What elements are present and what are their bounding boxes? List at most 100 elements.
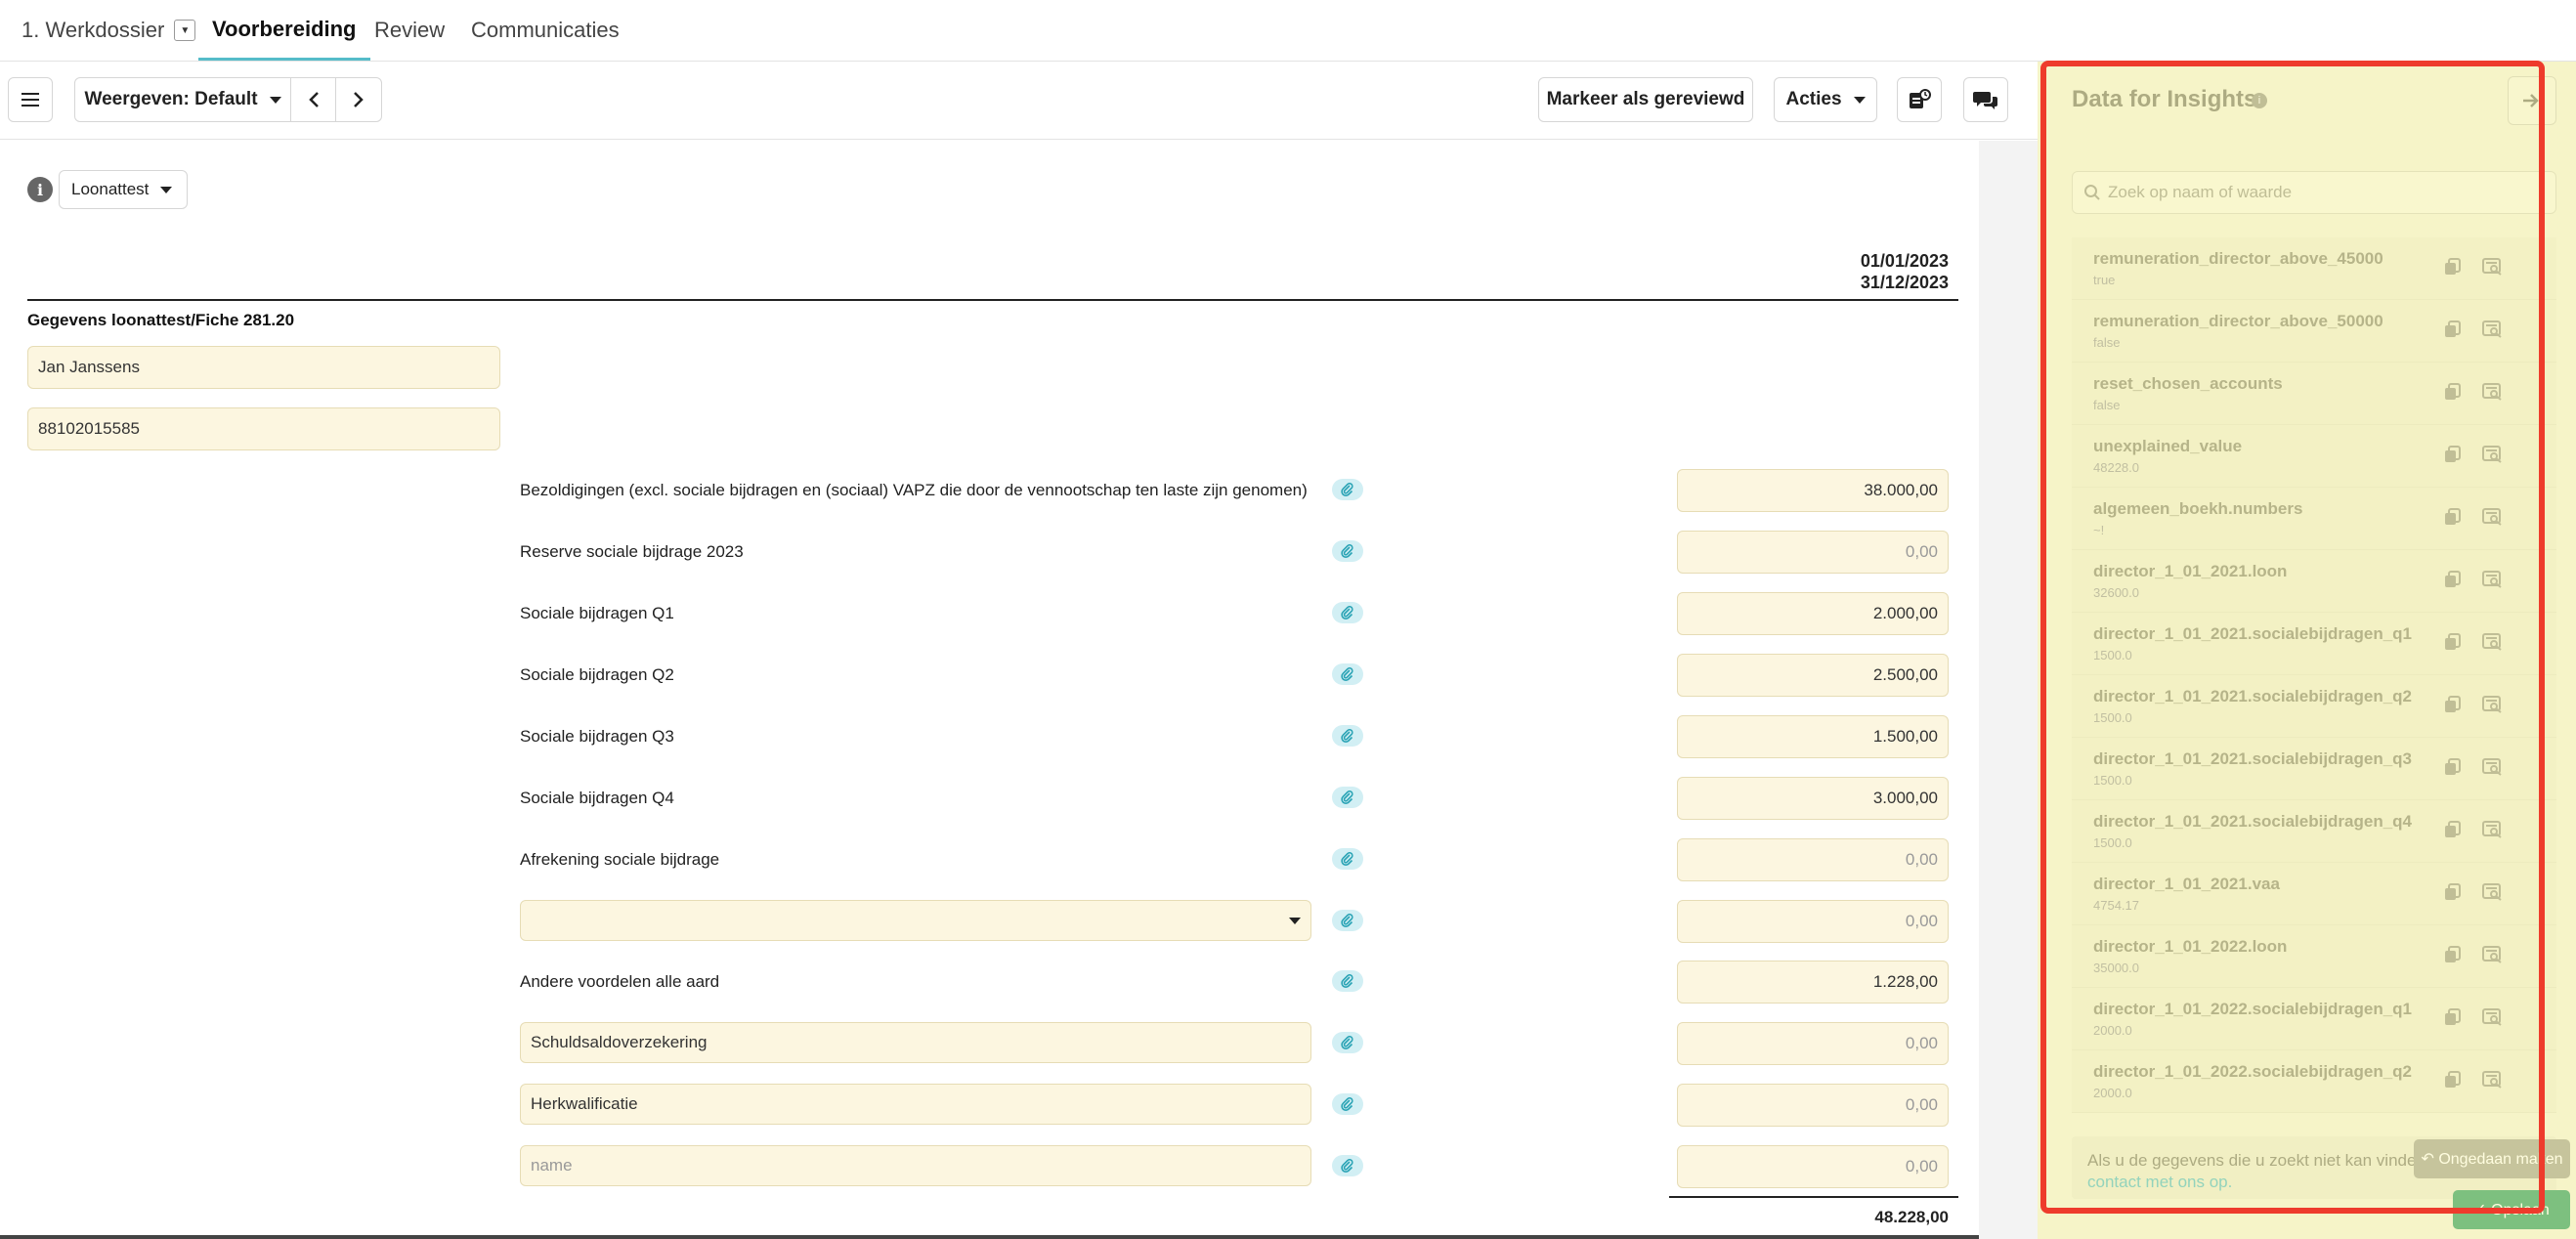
paperclip-icon [1341, 852, 1353, 866]
tab-review[interactable]: Review [374, 0, 445, 61]
attachment-button[interactable] [1332, 1155, 1363, 1176]
bottom-border [0, 1235, 1979, 1239]
inspect-icon[interactable] [2482, 382, 2504, 402]
attachment-button[interactable] [1332, 602, 1363, 623]
inspect-icon[interactable] [2482, 320, 2504, 339]
amount-field[interactable]: 0,00 [1677, 1022, 1949, 1065]
copy-icon[interactable] [2443, 1007, 2463, 1027]
attachment-button[interactable] [1332, 970, 1363, 992]
insight-value: 2000.0 [2093, 1086, 2132, 1100]
attachment-button[interactable] [1332, 787, 1363, 808]
amount-field[interactable]: 2.000,00 [1677, 592, 1949, 635]
inspect-icon[interactable] [2482, 1070, 2504, 1089]
inspect-icon[interactable] [2482, 570, 2504, 589]
form-type-select[interactable]: Loonattest [59, 170, 188, 209]
contact-link[interactable]: contact met ons op. [2087, 1173, 2232, 1191]
amount-field[interactable]: 1.500,00 [1677, 715, 1949, 758]
save-button[interactable]: ✓ Opslaan [2453, 1190, 2570, 1229]
row-label: Afrekening sociale bijdrage [520, 850, 720, 869]
copy-icon[interactable] [2443, 507, 2463, 527]
copy-icon[interactable] [2443, 382, 2463, 402]
copy-icon[interactable] [2443, 695, 2463, 714]
national-number-field[interactable]: 88102015585 [27, 407, 500, 450]
inspect-icon[interactable] [2482, 945, 2504, 964]
tab-voorbereiding[interactable]: Voorbereiding [198, 0, 370, 61]
insight-value: 1500.0 [2093, 835, 2132, 850]
copy-icon[interactable] [2443, 320, 2463, 339]
amount-field[interactable]: 3.000,00 [1677, 777, 1949, 820]
amount-value: 2.000,00 [1872, 604, 1938, 622]
paperclip-icon [1341, 667, 1353, 681]
copy-icon[interactable] [2443, 570, 2463, 589]
inspect-icon[interactable] [2482, 882, 2504, 902]
copy-icon[interactable] [2443, 882, 2463, 902]
insight-value: 4754.17 [2093, 898, 2139, 913]
name-field[interactable]: Jan Janssens [27, 346, 500, 389]
amount-field[interactable]: 2.500,00 [1677, 654, 1949, 697]
inspect-icon[interactable] [2482, 757, 2504, 777]
tab-voorbereiding-label: Voorbereiding [212, 16, 357, 41]
copy-icon[interactable] [2443, 632, 2463, 652]
insight-value: 1500.0 [2093, 773, 2132, 788]
description-value: Herkwalificatie [531, 1094, 638, 1113]
new-name-input[interactable]: name [520, 1145, 1311, 1186]
category-select[interactable] [520, 900, 1311, 941]
attachment-button[interactable] [1332, 848, 1363, 870]
description-input[interactable]: Herkwalificatie [520, 1084, 1311, 1125]
inspect-icon[interactable] [2482, 445, 2504, 464]
copy-icon[interactable] [2443, 257, 2463, 277]
attachment-button[interactable] [1332, 1032, 1363, 1053]
insight-value: false [2093, 335, 2121, 350]
info-icon[interactable]: i [27, 177, 53, 202]
next-button[interactable] [335, 77, 382, 122]
collapse-panel-button[interactable] [2508, 76, 2556, 125]
comments-button[interactable] [1963, 77, 2008, 122]
inspect-icon[interactable] [2482, 695, 2504, 714]
amount-field[interactable]: 0,00 [1677, 1084, 1949, 1127]
insight-value: ~! [2093, 523, 2105, 537]
amount-field[interactable]: 0,00 [1677, 531, 1949, 574]
history-button[interactable] [1897, 77, 1942, 122]
copy-icon[interactable] [2443, 445, 2463, 464]
row-label: Reserve sociale bijdrage 2023 [520, 542, 744, 561]
insight-name: director_1_01_2022.loon [2093, 937, 2288, 956]
panel-search-input[interactable]: Zoek op naam of waarde [2072, 171, 2556, 214]
attachment-button[interactable] [1332, 479, 1363, 500]
attachment-button[interactable] [1332, 725, 1363, 747]
copy-icon[interactable] [2443, 1070, 2463, 1089]
copy-icon[interactable] [2443, 945, 2463, 964]
info-icon[interactable]: i [2252, 93, 2267, 108]
insight-name: director_1_01_2021.vaa [2093, 875, 2280, 893]
inspect-icon[interactable] [2482, 257, 2504, 277]
row-label: Sociale bijdragen Q2 [520, 665, 674, 684]
tab-werkdossier[interactable]: 1. Werkdossier ▼ [21, 0, 196, 61]
search-icon [2084, 185, 2100, 200]
view-select[interactable]: Weergeven: Default [74, 77, 291, 122]
copy-icon[interactable] [2443, 757, 2463, 777]
copy-icon[interactable] [2443, 820, 2463, 839]
actions-button[interactable]: Acties [1774, 77, 1877, 122]
chevron-down-icon[interactable]: ▼ [174, 20, 196, 41]
description-input[interactable]: Schuldsaldoverzekering [520, 1022, 1311, 1063]
previous-button[interactable] [290, 77, 336, 122]
insight-item: remuneration_director_above_50000 false [2072, 300, 2556, 363]
attachment-button[interactable] [1332, 663, 1363, 685]
amount-field[interactable]: 1.228,00 [1677, 961, 1949, 1004]
attachment-button[interactable] [1332, 540, 1363, 562]
inspect-icon[interactable] [2482, 632, 2504, 652]
tab-communicaties[interactable]: Communicaties [471, 0, 620, 61]
mark-reviewed-button[interactable]: Markeer als gereviewd [1538, 77, 1753, 122]
attachment-button[interactable] [1332, 910, 1363, 931]
tab-werkdossier-label: 1. Werkdossier [21, 18, 165, 42]
amount-field[interactable]: 0,00 [1677, 900, 1949, 943]
undo-button[interactable]: ↶ Ongedaan maken [2414, 1139, 2570, 1178]
amount-field[interactable]: 0,00 [1677, 1145, 1949, 1188]
amount-field[interactable]: 38.000,00 [1677, 469, 1949, 512]
attachment-button[interactable] [1332, 1093, 1363, 1115]
amount-field[interactable]: 0,00 [1677, 838, 1949, 881]
inspect-icon[interactable] [2482, 1007, 2504, 1027]
amount-value: 0,00 [1905, 1157, 1938, 1175]
inspect-icon[interactable] [2482, 820, 2504, 839]
menu-button[interactable] [8, 77, 53, 122]
inspect-icon[interactable] [2482, 507, 2504, 527]
